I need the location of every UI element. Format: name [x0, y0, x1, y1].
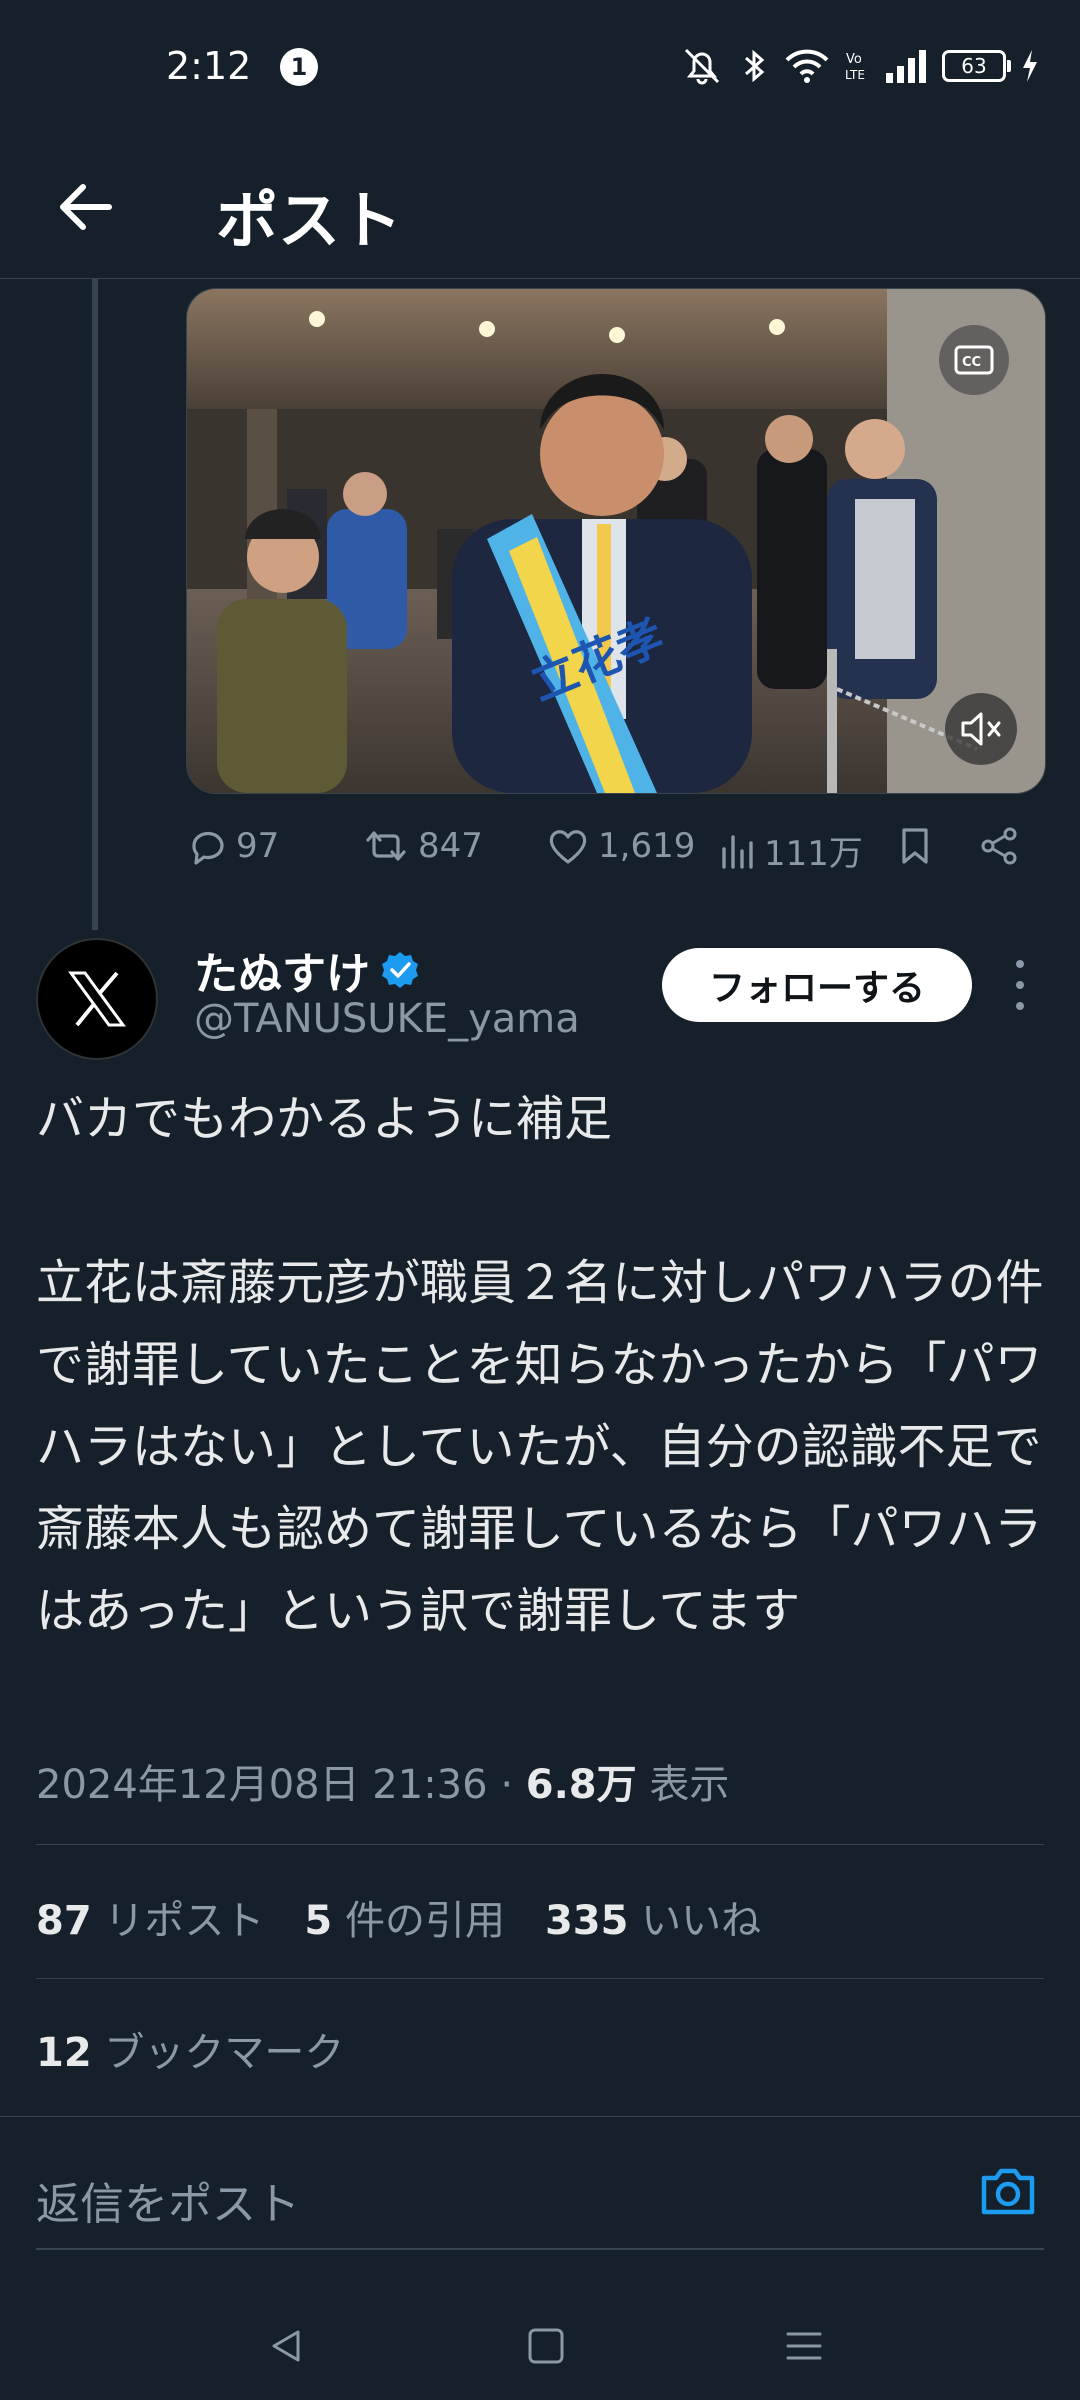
repost-icon — [366, 831, 406, 861]
heart-icon — [549, 830, 587, 864]
mute-bell-icon — [684, 48, 720, 85]
bookmark-action[interactable] — [898, 826, 932, 866]
author-name[interactable]: たぬすけ — [194, 938, 420, 1002]
author-display-name: たぬすけ — [194, 949, 370, 1000]
more-dot-icon — [1016, 1002, 1024, 1010]
post-text: バカでもわかるように補足 立花は斎藤元彦が職員２名に対しパワハラの件で謝罪してい… — [36, 1091, 1044, 1639]
repost-action[interactable]: 847 — [362, 826, 483, 866]
likes-stat-label: いいね — [641, 1898, 762, 1944]
bluetooth-icon — [745, 49, 765, 83]
bookmarks-stat-label: ブックマーク — [104, 2030, 345, 2076]
more-dot-icon — [1016, 960, 1024, 968]
wifi-icon — [785, 49, 829, 83]
page-title: ポスト — [216, 184, 403, 257]
signal-icon — [886, 50, 926, 83]
video-player[interactable]: 立花孝 CC — [186, 288, 1046, 794]
video-frame: 立花孝 — [187, 289, 1045, 793]
verified-badge-icon — [382, 952, 418, 988]
share-action[interactable] — [978, 826, 1020, 866]
meta-separator: · — [500, 1762, 514, 1808]
quotes-stat-label: 件の引用 — [344, 1898, 505, 1944]
post-timestamp[interactable]: 2024年12月08日 21:36 — [36, 1762, 488, 1808]
share-icon — [981, 827, 1017, 865]
more-options-button[interactable] — [1002, 960, 1038, 1010]
likes-stat[interactable]: 335 いいね — [545, 1888, 761, 1946]
views-action[interactable]: 111万 — [720, 826, 863, 875]
follow-button[interactable]: フォローする — [662, 948, 972, 1022]
square-home-icon — [528, 2328, 564, 2364]
reposts-stat-count: 87 — [36, 1898, 92, 1944]
more-dot-icon — [1016, 981, 1024, 989]
camera-icon — [981, 2168, 1035, 2215]
captions-button[interactable]: CC — [939, 325, 1009, 395]
bookmarks-stat-count: 12 — [36, 2030, 92, 2076]
post-stats: 87 リポスト 5 件の引用 335 いいね — [36, 1888, 761, 1946]
status-time: 2:12 — [166, 44, 252, 88]
reply-input-underline — [36, 2248, 1044, 2250]
top-app-bar: ポスト — [0, 140, 1080, 279]
triangle-back-icon — [272, 2330, 300, 2362]
system-nav-bar — [0, 2290, 1080, 2400]
svg-text:Vo: Vo — [846, 52, 862, 67]
avatar[interactable] — [36, 938, 158, 1060]
quotes-stat[interactable]: 5 件の引用 — [304, 1888, 505, 1946]
divider — [36, 1844, 1044, 1845]
arrow-left-icon — [60, 184, 112, 230]
like-action[interactable]: 1,619 — [546, 826, 695, 866]
repost-count: 847 — [418, 826, 483, 866]
status-bar: 2:12 1 Vo LTE 63 — [0, 0, 1080, 140]
like-count: 1,619 — [598, 826, 696, 866]
views-count: 111万 — [764, 834, 863, 874]
bookmarks-stat[interactable]: 12 ブックマーク — [36, 2020, 344, 2078]
post-views-count: 6.8万 — [525, 1762, 637, 1808]
thread-connector-line — [92, 278, 98, 930]
divider — [36, 1978, 1044, 1979]
reposts-stat-label: リポスト — [104, 1898, 265, 1944]
charging-icon — [1023, 50, 1037, 82]
notification-badge: 1 — [280, 48, 318, 86]
x-logo-icon — [68, 971, 126, 1027]
volume-muted-icon — [961, 712, 1001, 746]
parent-post-actions: 97 847 1,619 111万 — [186, 820, 1044, 880]
nav-back-button[interactable] — [258, 2318, 314, 2374]
reply-count: 97 — [236, 826, 280, 866]
reply-input[interactable]: 返信をポスト — [36, 2168, 300, 2232]
camera-button[interactable] — [976, 2160, 1040, 2224]
post-meta: 2024年12月08日 21:36 · 6.8万 表示 — [36, 1752, 729, 1810]
quotes-stat-count: 5 — [304, 1898, 333, 1944]
battery-indicator: 63 — [942, 50, 1011, 82]
reply-icon — [192, 831, 224, 865]
post-views-label: 表示 — [649, 1762, 730, 1808]
volte-icon: Vo LTE — [845, 52, 865, 82]
svg-text:LTE: LTE — [845, 68, 865, 82]
bookmark-icon — [902, 828, 928, 864]
menu-lines-icon — [786, 2332, 822, 2360]
analytics-icon — [722, 834, 753, 869]
author-handle[interactable]: @TANUSUKE_yama — [194, 996, 580, 1042]
mute-button[interactable] — [945, 693, 1017, 765]
reposts-stat[interactable]: 87 リポスト — [36, 1888, 264, 1946]
nav-menu-button[interactable] — [776, 2318, 832, 2374]
closed-captions-icon: CC — [954, 345, 994, 375]
status-icons: Vo LTE 63 — [680, 46, 1040, 86]
back-button[interactable] — [50, 172, 120, 242]
nav-home-button[interactable] — [518, 2318, 574, 2374]
likes-stat-count: 335 — [544, 1898, 629, 1944]
cc-label: CC — [962, 355, 981, 370]
divider — [0, 2116, 1080, 2117]
reply-action[interactable]: 97 — [186, 826, 279, 866]
